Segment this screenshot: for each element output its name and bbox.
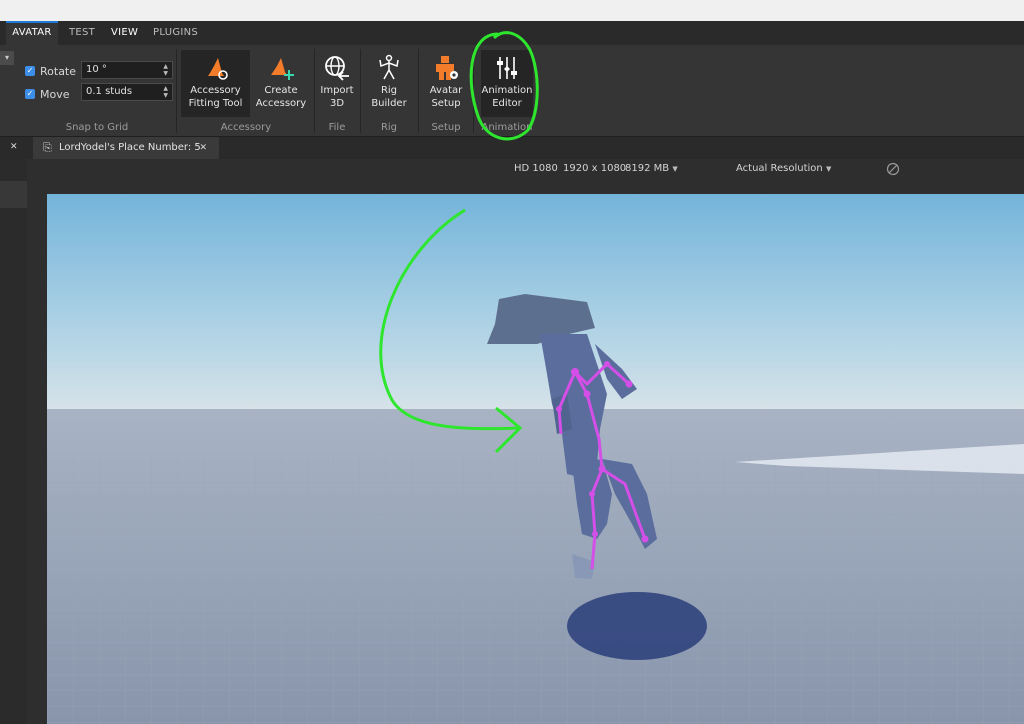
chevron-down-icon: ▼ bbox=[825, 165, 832, 173]
panel-close-icon[interactable]: ✕ bbox=[10, 142, 18, 152]
divider bbox=[176, 49, 177, 133]
animation-editor-label: Animation Editor bbox=[481, 85, 533, 109]
divider bbox=[314, 49, 315, 133]
rotate-increment-input[interactable]: 10 ° ▲ ▼ bbox=[81, 61, 173, 79]
move-spinner-icon[interactable]: ▲ ▼ bbox=[163, 85, 168, 99]
group-label-setup: Setup bbox=[431, 122, 461, 133]
document-tab[interactable]: ⎘ LordYodel's Place Number: 5 ✕ bbox=[33, 137, 219, 159]
divider bbox=[473, 49, 474, 133]
chevron-down-icon: ▼ bbox=[672, 165, 678, 173]
tab-avatar[interactable]: AVATAR bbox=[6, 21, 58, 45]
rotate-label: Rotate bbox=[40, 65, 77, 78]
rotation-lock-icon[interactable] bbox=[886, 162, 900, 176]
animation-editor-button[interactable]: Animation Editor bbox=[481, 50, 533, 117]
tab-test[interactable]: TEST bbox=[69, 21, 95, 45]
resolution-mode-value: Actual Resolution bbox=[736, 163, 823, 174]
move-increment-input[interactable]: 0.1 studs ▲ ▼ bbox=[81, 83, 173, 101]
left-side-panel bbox=[0, 159, 27, 724]
group-label-animation: Animation bbox=[481, 122, 533, 133]
resolution-mode-dropdown[interactable]: Actual Resolution ▼ bbox=[736, 163, 831, 174]
globe-import-icon bbox=[325, 56, 349, 81]
avatar-setup-button[interactable]: Avatar Setup bbox=[423, 50, 469, 117]
animation-sliders-icon bbox=[497, 57, 517, 79]
rotate-spinner-icon[interactable]: ▲ ▼ bbox=[163, 63, 168, 77]
group-label-accessory: Accessory bbox=[220, 122, 272, 133]
move-checkbox[interactable]: ✓ bbox=[25, 89, 35, 99]
resolution-indicator: 1920 x 1080 bbox=[563, 163, 627, 174]
memory-dropdown[interactable]: 8192 MB ▼ bbox=[625, 163, 678, 174]
rig-skeleton-icon bbox=[379, 54, 399, 80]
viewport-status-bar: HD 1080 1920 x 1080 8192 MB ▼ Actual Res… bbox=[33, 159, 1024, 179]
place-file-icon: ⎘ bbox=[43, 141, 52, 154]
move-label: Move bbox=[40, 88, 70, 101]
quality-indicator: HD 1080 bbox=[514, 163, 558, 174]
3d-viewport[interactable] bbox=[47, 194, 1024, 724]
ground-grid bbox=[47, 454, 1024, 724]
group-label-snap-to-grid: Snap to Grid bbox=[65, 122, 129, 133]
tab-view[interactable]: VIEW bbox=[111, 21, 138, 45]
group-label-rig: Rig bbox=[380, 122, 398, 133]
divider bbox=[360, 49, 361, 133]
rig-builder-button[interactable]: Rig Builder bbox=[364, 50, 414, 117]
avatar-setup-label: Avatar Setup bbox=[429, 85, 463, 109]
avatar-setup-icon bbox=[436, 56, 458, 80]
tab-plugins[interactable]: PLUGINS bbox=[153, 21, 198, 45]
move-value: 0.1 studs bbox=[86, 86, 133, 97]
rig-builder-label: Rig Builder bbox=[371, 85, 407, 109]
window-title-bar bbox=[0, 0, 1024, 21]
create-accessory-button[interactable]: Create Accessory bbox=[252, 50, 310, 117]
ribbon-tab-bar: AVATAR TEST VIEW PLUGINS bbox=[0, 21, 1024, 45]
group-label-file: File bbox=[328, 122, 346, 133]
divider bbox=[418, 49, 419, 133]
accessory-fitting-hat-icon bbox=[207, 58, 228, 80]
document-tab-title: LordYodel's Place Number: 5 bbox=[59, 142, 201, 153]
left-panel-header bbox=[0, 181, 27, 208]
viewport-scene bbox=[47, 194, 1024, 724]
memory-value: 8192 MB bbox=[625, 163, 670, 174]
rotate-checkbox[interactable]: ✓ bbox=[25, 66, 35, 76]
accessory-fitting-tool-label: Accessory Fitting Tool bbox=[188, 85, 243, 109]
rotate-value: 10 ° bbox=[86, 64, 107, 75]
create-accessory-label: Create Accessory bbox=[255, 85, 307, 109]
character-shadow bbox=[567, 592, 707, 660]
accessory-fitting-tool-button[interactable]: Accessory Fitting Tool bbox=[181, 50, 250, 117]
import-3d-button[interactable]: Import 3D bbox=[317, 50, 357, 117]
ribbon-collapse-button[interactable]: ▾ bbox=[0, 51, 14, 65]
create-accessory-hat-icon bbox=[271, 58, 294, 80]
import-3d-label: Import 3D bbox=[320, 85, 354, 109]
document-tab-bar: ✕ ⎘ LordYodel's Place Number: 5 ✕ bbox=[0, 137, 1024, 159]
document-tab-close-icon[interactable]: ✕ bbox=[199, 137, 207, 159]
